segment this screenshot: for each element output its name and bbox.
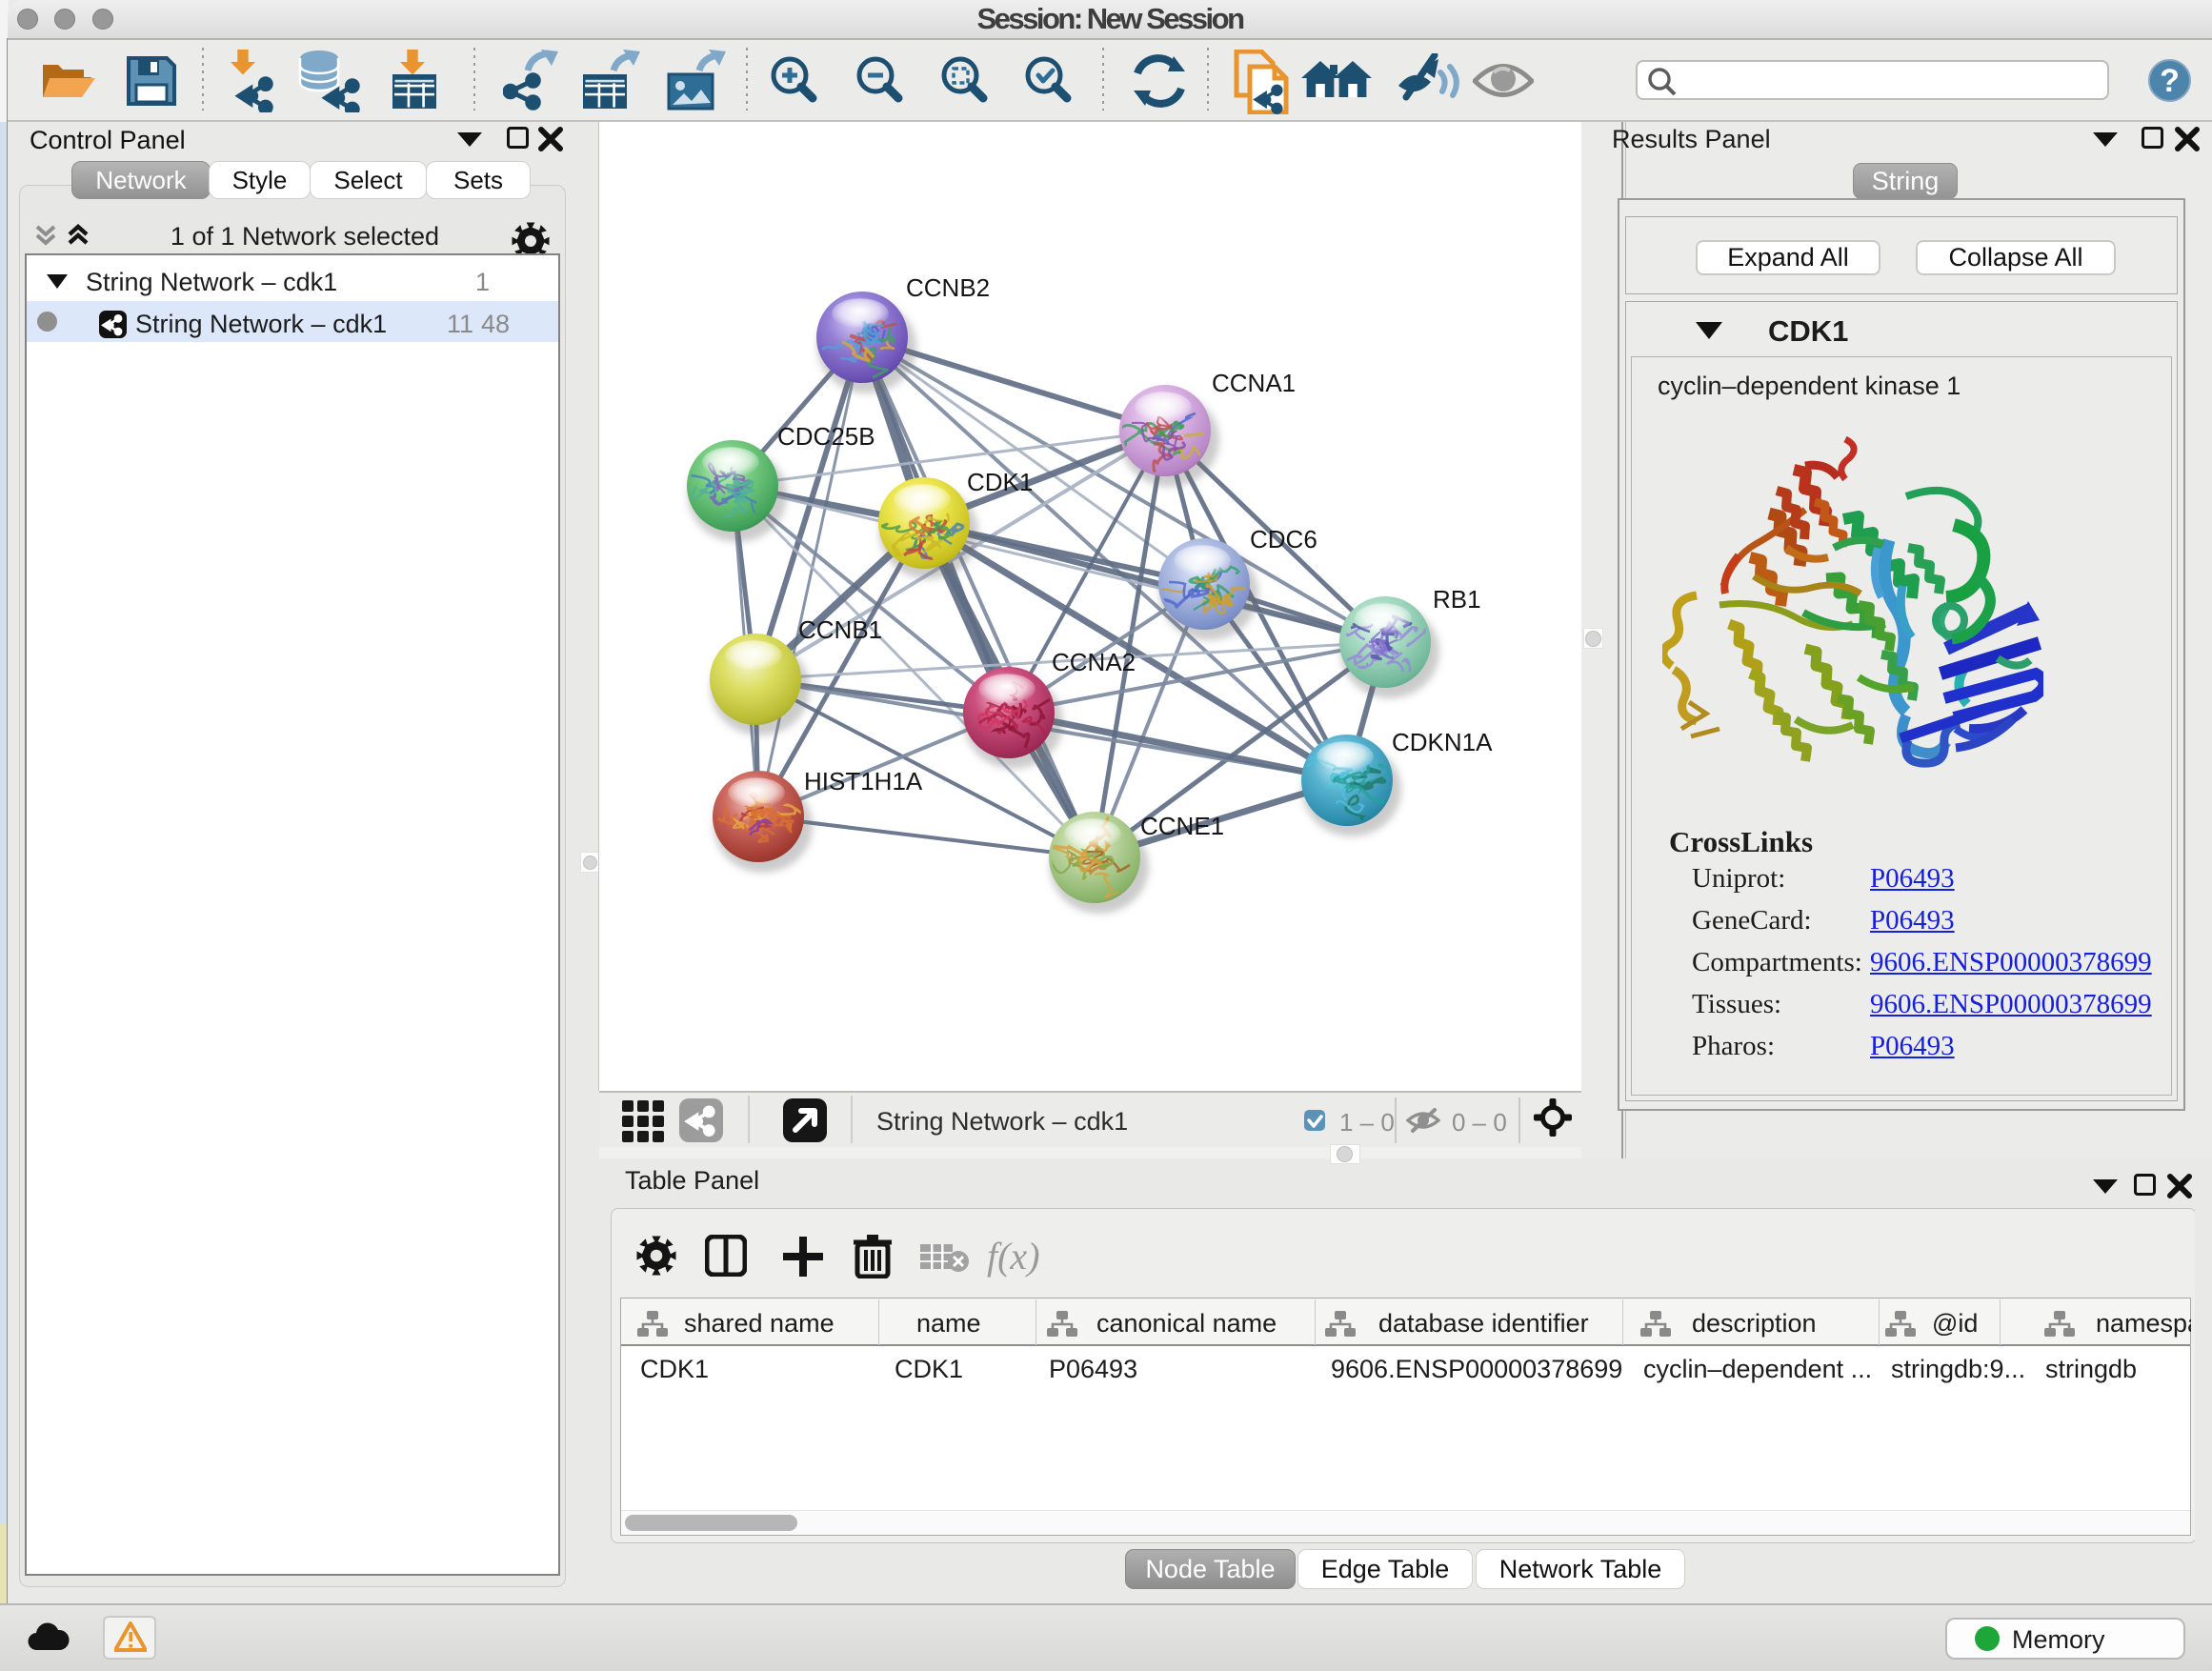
svg-text:CDC25B: CDC25B	[777, 422, 875, 451]
svg-text:CDKN1A: CDKN1A	[1392, 728, 1493, 756]
svg-text:CCNB1: CCNB1	[798, 615, 882, 644]
svg-text:CCNA1: CCNA1	[1212, 369, 1296, 397]
svg-text:CCNB2: CCNB2	[906, 273, 990, 302]
svg-text:CCNA2: CCNA2	[1052, 648, 1136, 676]
svg-text:CDK1: CDK1	[967, 468, 1033, 496]
svg-text:RB1: RB1	[1433, 585, 1481, 614]
svg-text:HIST1H1A: HIST1H1A	[804, 767, 923, 795]
svg-text:CDC6: CDC6	[1250, 525, 1317, 554]
svg-text:CCNE1: CCNE1	[1140, 812, 1224, 840]
